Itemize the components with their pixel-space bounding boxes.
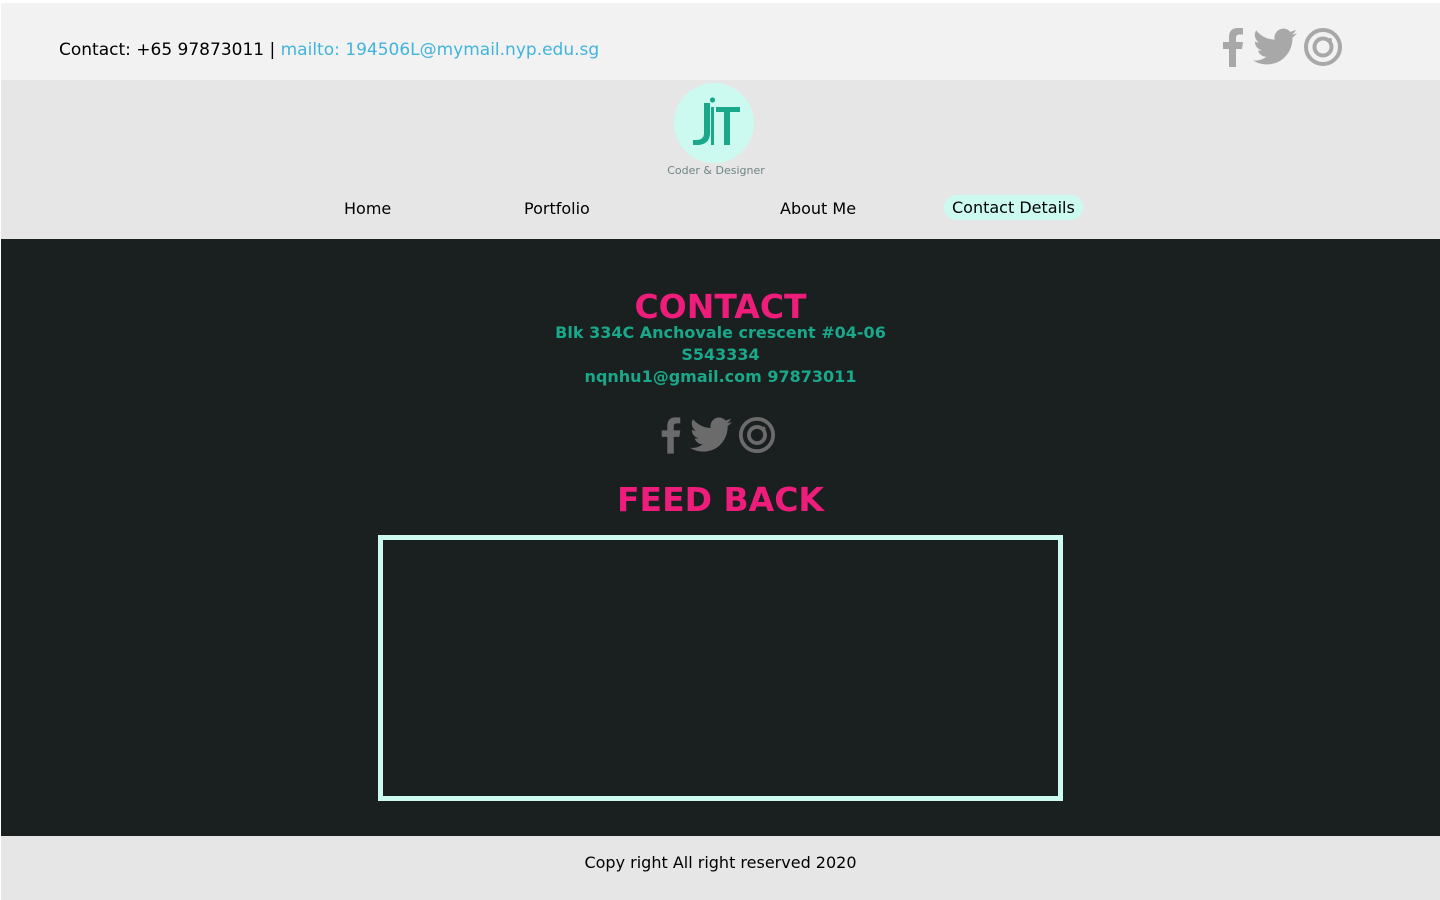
site-footer: Copy right All right reserved 2020 [1,836,1440,900]
contact-heading: CONTACT [634,287,807,326]
email-link[interactable]: mailto: 194506L@mymail.nyp.edu.sg [281,40,600,60]
nav-about-me[interactable]: About Me [780,199,856,218]
page: Contact: +65 97873011 | mailto: 194506L@… [0,0,1440,900]
site-header: Coder & Designer Home Portfolio About Me… [1,80,1440,239]
address-line-1: Blk 334C Anchovale crescent #04-06 [555,323,886,342]
main-content: CONTACT Blk 334C Anchovale crescent #04-… [1,239,1440,836]
copyright-text: Copy right All right reserved 2020 [584,853,857,872]
twitter-icon[interactable] [690,416,732,454]
feedback-textarea[interactable] [378,535,1063,801]
facebook-icon[interactable] [658,416,684,454]
address-line-2: S543334 [681,345,760,364]
logo[interactable] [674,83,754,163]
contact-social-icons [658,416,776,454]
twitter-icon[interactable] [1253,27,1297,67]
top-contact-text: Contact: +65 97873011 | mailto: 194506L@… [59,40,599,60]
logo-mark-icon [693,97,740,145]
contact-phone-text: Contact: +65 97873011 | [59,40,281,60]
logo-tagline: Coder & Designer [667,164,765,177]
instagram-icon[interactable] [738,416,776,454]
instagram-icon[interactable] [1303,27,1343,67]
email-phone-text: nqnhu1@gmail.com 97873011 [584,367,857,386]
top-contact-bar: Contact: +65 97873011 | mailto: 194506L@… [1,3,1440,80]
top-social-icons [1219,27,1343,67]
nav-portfolio[interactable]: Portfolio [524,199,590,218]
facebook-icon[interactable] [1219,27,1247,67]
feedback-heading: FEED BACK [617,480,824,519]
nav-home[interactable]: Home [344,199,391,218]
nav-contact-details[interactable]: Contact Details [944,195,1083,220]
